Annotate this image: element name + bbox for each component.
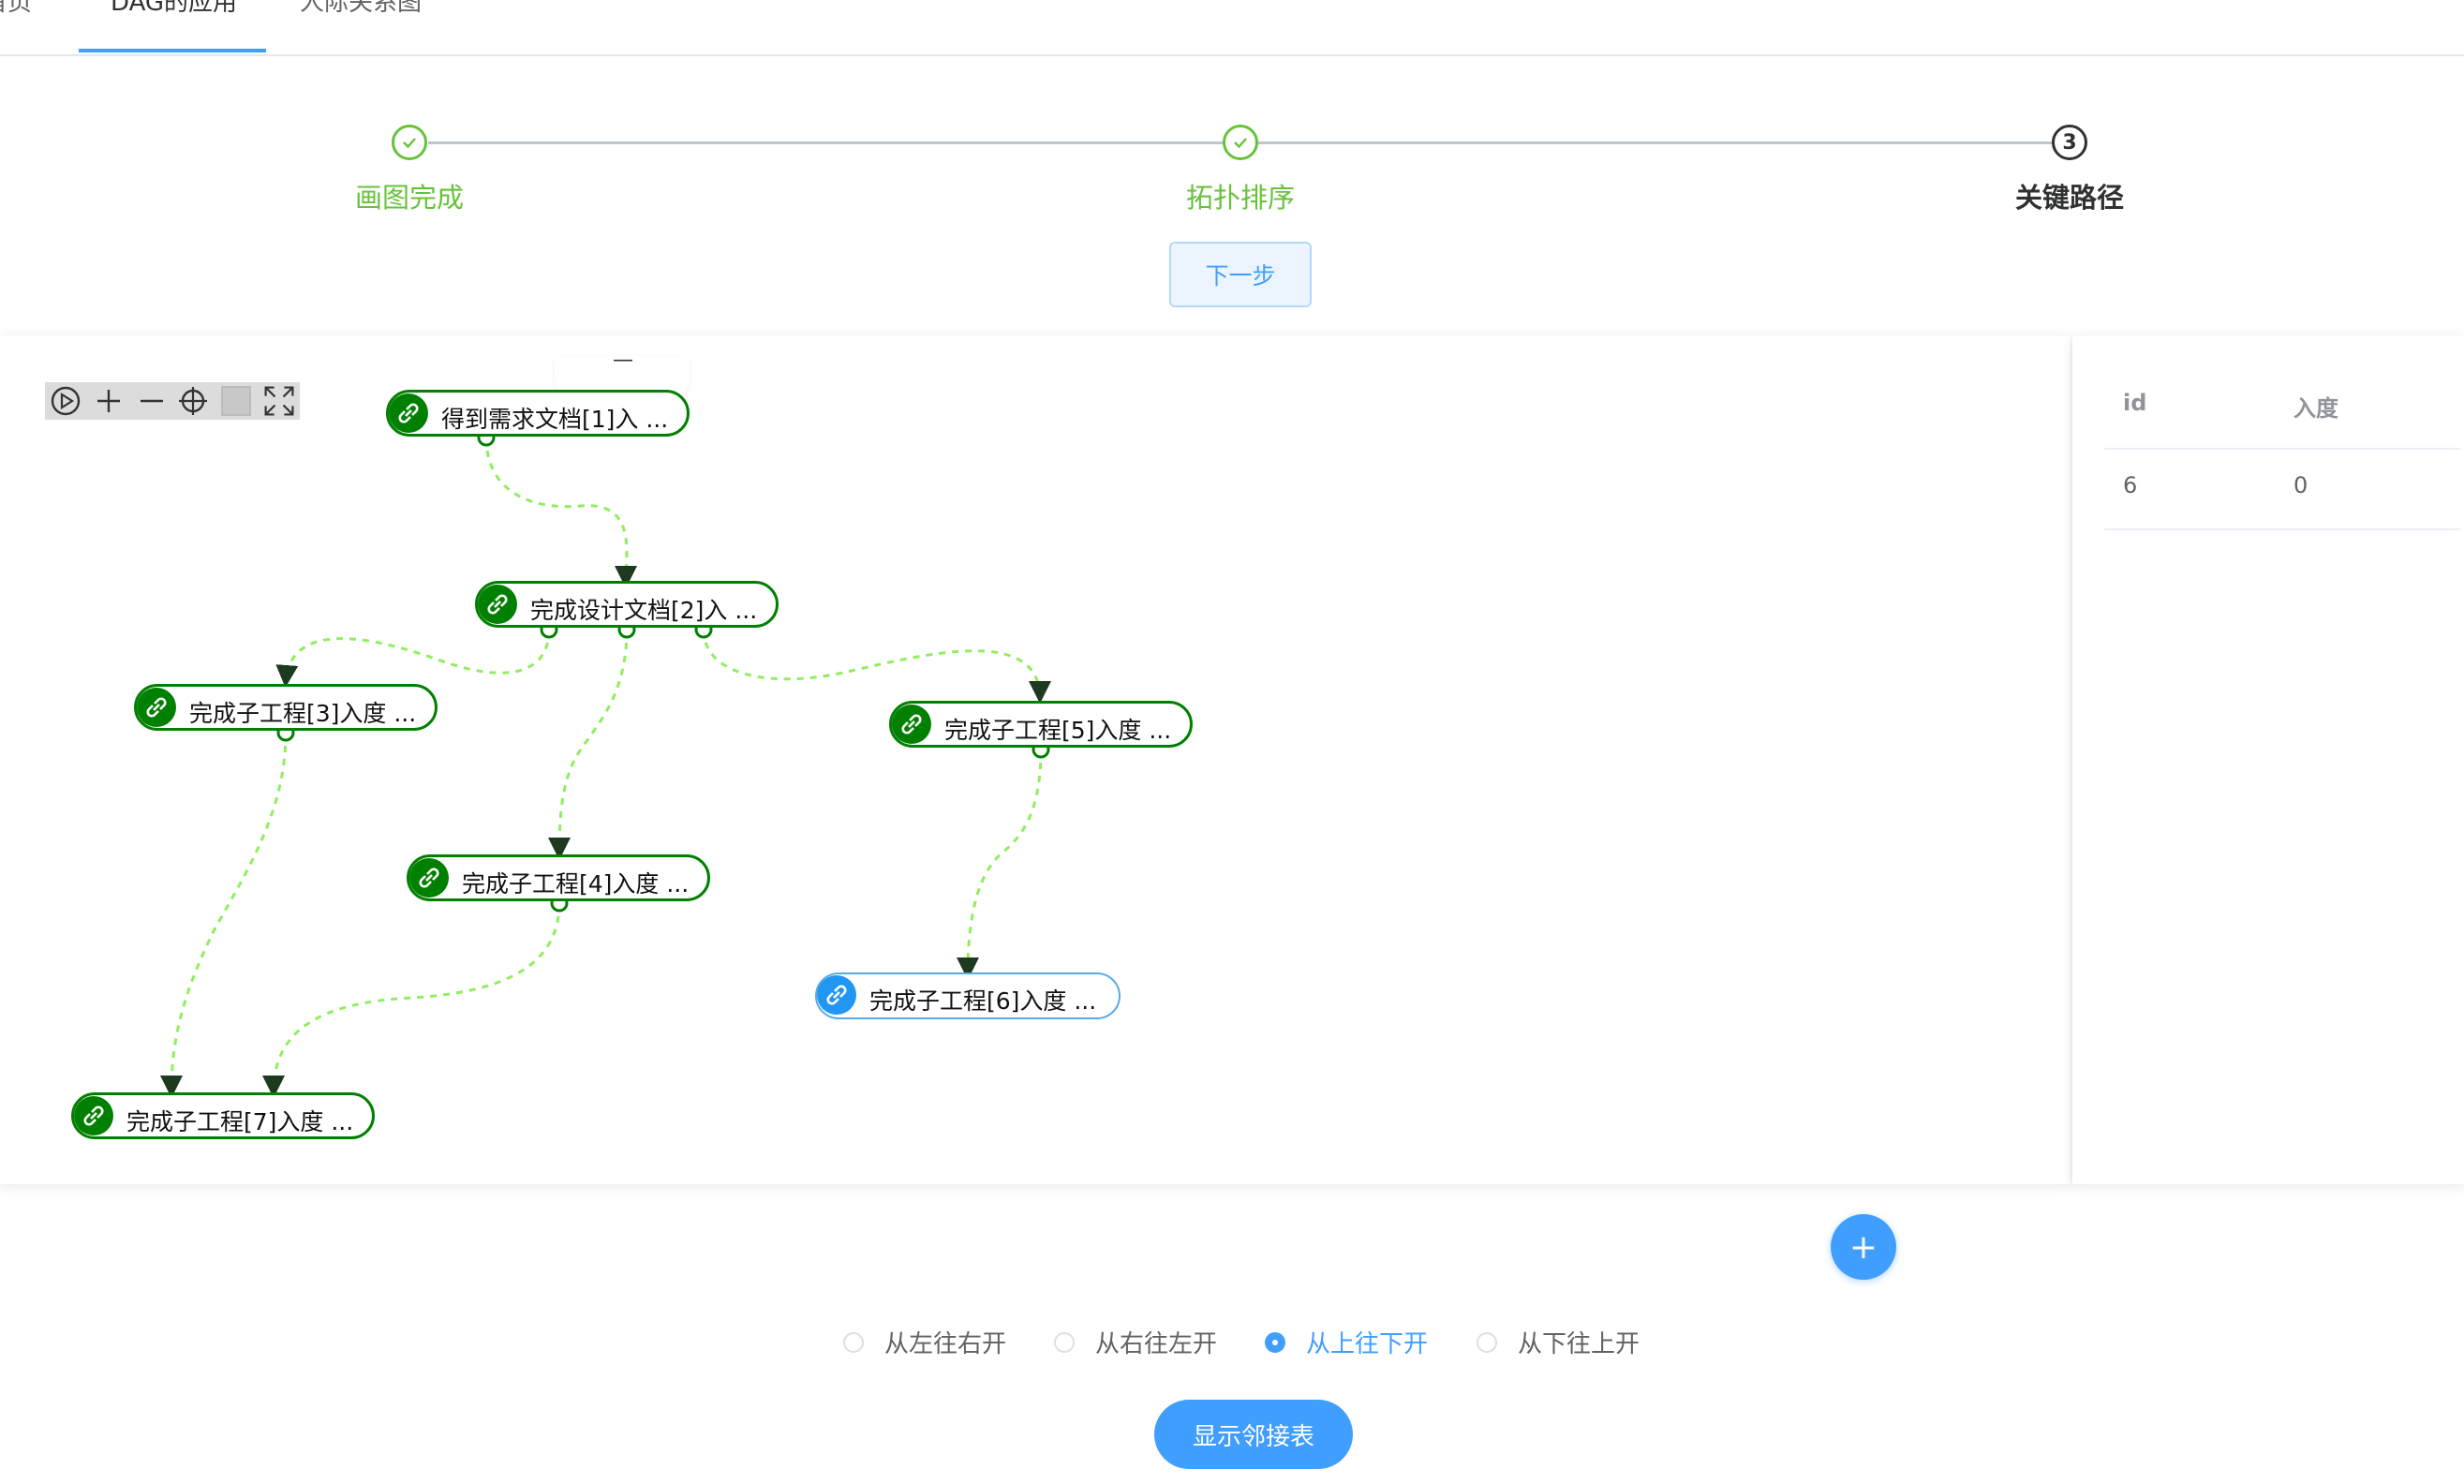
dag-node-label: 完成设计文档[2]入 ... xyxy=(530,597,758,624)
radio-left-to-right[interactable]: 从左往右开 xyxy=(843,1325,1006,1359)
radio-indicator[interactable] xyxy=(1477,1331,1497,1353)
radio-indicator[interactable] xyxy=(843,1331,864,1353)
table-divider xyxy=(2104,528,2460,530)
radio-indicator[interactable] xyxy=(1054,1331,1075,1353)
link-icon xyxy=(892,705,931,744)
locate-icon[interactable] xyxy=(176,384,210,418)
node-tooltip-text: — xyxy=(613,349,633,372)
edge-2-3 xyxy=(275,629,551,688)
radio-bottom-to-top[interactable]: 从下往上开 xyxy=(1477,1325,1640,1359)
table-divider xyxy=(2104,448,2460,450)
radio-label: 从下往上开 xyxy=(1518,1330,1640,1358)
link-icon xyxy=(389,393,428,433)
square-icon[interactable] xyxy=(219,384,253,418)
link-icon xyxy=(74,1096,113,1135)
radio-indicator[interactable] xyxy=(1265,1331,1285,1353)
dag-node-1[interactable]: 得到需求文档[1]入 ... xyxy=(386,390,690,437)
dag-node-3[interactable]: 完成子工程[3]入度 ... xyxy=(134,684,438,731)
dag-node-label: 得到需求文档[1]入 ... xyxy=(441,406,669,433)
link-icon xyxy=(137,688,176,727)
edge-3-7 xyxy=(160,732,288,1098)
dag-node-5[interactable]: 完成子工程[5]入度 ... xyxy=(889,701,1193,748)
radio-right-to-left[interactable]: 从右往左开 xyxy=(1054,1325,1217,1359)
link-icon xyxy=(817,975,856,1015)
zoom-in-icon[interactable] xyxy=(92,384,126,418)
radio-label: 从右往左开 xyxy=(1095,1330,1218,1358)
graph-toolbar xyxy=(45,382,300,420)
table-header-indegree: 入度 xyxy=(2293,395,2338,422)
dag-node-7[interactable]: 完成子工程[7]入度 ... xyxy=(71,1092,375,1139)
radio-top-to-bottom[interactable]: 从上往下开 xyxy=(1265,1325,1428,1359)
edge-2-5 xyxy=(702,629,1051,704)
show-adjacency-table-button[interactable]: 显示邻接表 xyxy=(1154,1400,1353,1469)
indegree-table: id 入度 6 0 xyxy=(2072,335,2464,1184)
table-cell-id: 6 xyxy=(2123,472,2138,498)
dag-node-label: 完成子工程[6]入度 ... xyxy=(869,987,1097,1015)
dag-node-label: 完成子工程[4]入度 ... xyxy=(462,870,690,898)
zoom-out-icon[interactable] xyxy=(135,384,169,418)
link-icon xyxy=(478,585,517,624)
table-cell-indegree: 0 xyxy=(2293,472,2308,498)
edge-5-6 xyxy=(957,749,1043,980)
fullscreen-icon[interactable] xyxy=(262,384,296,418)
radio-label: 从上往下开 xyxy=(1306,1330,1429,1358)
edge-4-7 xyxy=(262,902,561,1098)
link-icon xyxy=(409,858,449,898)
dag-node-2[interactable]: 完成设计文档[2]入 ... xyxy=(475,581,779,628)
layout-direction-radio-group: 从左往右开 从右往左开 从上往下开 从下往上开 xyxy=(0,1325,2464,1362)
dag-node-6[interactable]: 完成子工程[6]入度 ... xyxy=(815,972,1121,1019)
dag-node-4[interactable]: 完成子工程[4]入度 ... xyxy=(407,854,710,901)
dag-node-label: 完成子工程[5]入度 ... xyxy=(944,717,1172,744)
edge-2-4 xyxy=(548,629,629,860)
table-header-id: id xyxy=(2123,390,2147,416)
dag-node-label: 完成子工程[7]入度 ... xyxy=(126,1108,354,1135)
add-node-button[interactable]: + xyxy=(1831,1214,1896,1280)
play-icon[interactable] xyxy=(49,384,82,418)
radio-label: 从左往右开 xyxy=(884,1330,1007,1358)
plus-icon: + xyxy=(1848,1227,1878,1267)
edge-1-2 xyxy=(484,437,638,588)
dag-node-label: 完成子工程[3]入度 ... xyxy=(189,700,417,727)
